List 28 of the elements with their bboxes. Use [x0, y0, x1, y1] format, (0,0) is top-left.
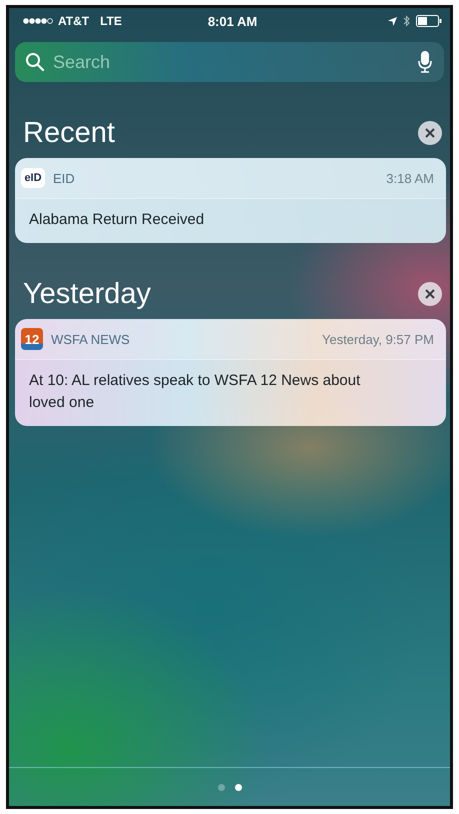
notification-message: At 10: AL relatives speak to WSFA 12 News about loved one [28, 371, 362, 413]
search-icon [25, 52, 45, 72]
location-icon [388, 16, 397, 26]
page-dot[interactable] [218, 784, 224, 790]
signal-icon [23, 18, 53, 24]
network-label: LTE [100, 14, 122, 28]
notification-card[interactable]: eID EID 3:18 AM Alabama Return Received [15, 158, 446, 243]
clear-button[interactable] [418, 121, 442, 145]
app-name: WSFA NEWS [51, 332, 131, 346]
notification-time: Yesterday, 9:57 PM [322, 332, 434, 346]
close-icon [425, 289, 435, 299]
app-icon: eID [21, 168, 45, 188]
bluetooth-icon [403, 15, 410, 27]
notification-card[interactable]: 12 WSFA NEWS Yesterday, 9:57 PM At 10: AL relatives speak to WSFA 12 News about loved one [15, 319, 446, 426]
app-icon: 12 [21, 328, 43, 350]
microphone-icon[interactable] [418, 50, 432, 74]
notification-message: Alabama Return Received [28, 210, 206, 230]
page-dot[interactable] [234, 784, 242, 790]
clock-time: 8:01 AM [208, 14, 258, 28]
search-field[interactable]: Search [15, 42, 444, 82]
battery-icon [416, 15, 442, 27]
app-name: EID [53, 170, 76, 186]
section-title: Recent [23, 116, 115, 150]
close-icon [425, 128, 435, 138]
clear-button[interactable] [418, 282, 442, 306]
section-title: Yesterday [23, 278, 151, 310]
carrier-label: AT&T [58, 14, 90, 28]
notification-time: 3:18 AM [386, 170, 434, 186]
